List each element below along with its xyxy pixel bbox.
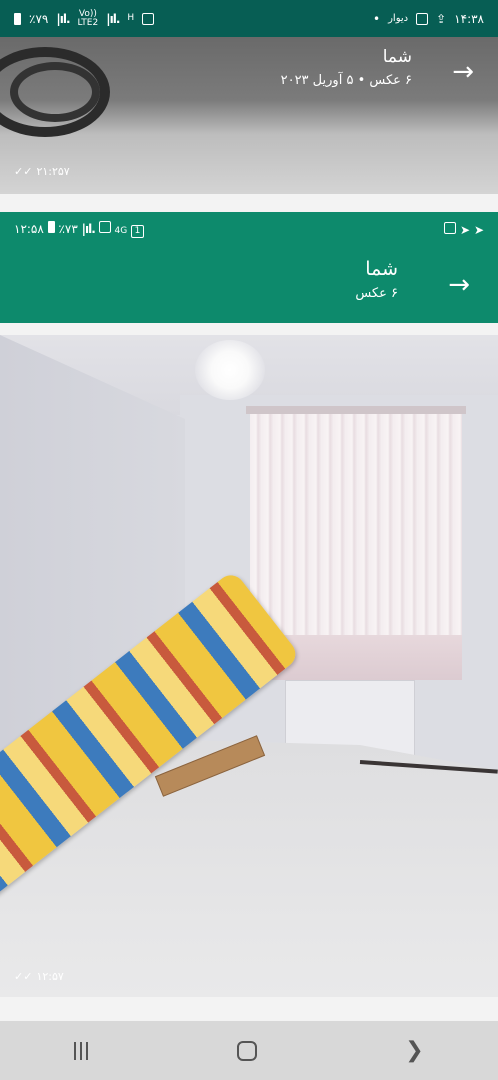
- chat-title-inner: شما: [365, 258, 398, 280]
- divider-2: [0, 323, 498, 335]
- chat-title-top: شما: [382, 47, 412, 67]
- status-bar-inner-left: ۱۲:۵۸ ٪۷۳ |ıl. 4G 1: [14, 220, 145, 238]
- battery-icon: [14, 12, 21, 25]
- battery-icon-inner: [47, 220, 55, 233]
- back-arrow-icon-inner[interactable]: →: [448, 272, 470, 298]
- signal-box-icon: [98, 220, 111, 233]
- network-label: Vo)) LTE2: [77, 8, 99, 28]
- status-bar-right: • دیوار ⇪ ۱۴:۳۸: [373, 12, 484, 26]
- telegram-icon: ➤: [460, 222, 471, 237]
- battery-level: ٪۷۹: [29, 11, 49, 26]
- telegram-icon-2: ➤: [473, 222, 484, 237]
- status-time: ۱۴:۳۸: [454, 11, 484, 26]
- photo-top[interactable]: شما ۶ عکس • ۵ آوریل ۲۰۲۳ → ✓✓ ۲۱:۲۵۷: [0, 37, 498, 194]
- navigation-bar: ❯: [0, 1021, 498, 1080]
- back-arrow-icon[interactable]: →: [452, 59, 474, 85]
- network-type: 4G: [114, 225, 128, 236]
- ceiling-light: [195, 340, 265, 400]
- double-check-icon: ✓✓: [14, 165, 33, 178]
- status-bar-inner: ۱۲:۵۸ ٪۷۳ |ıl. 4G 1 ➤ ➤: [0, 212, 498, 246]
- dot-icon: •: [373, 11, 381, 26]
- signal-icon-inner: |ıl.: [81, 221, 96, 236]
- signal-icon: |ıl.: [56, 11, 70, 26]
- chat-header-top: شما ۶ عکس • ۵ آوریل ۲۰۲۳: [281, 47, 412, 88]
- double-check-icon-inner: ✓✓: [14, 970, 33, 983]
- upload-icon: ⇪: [436, 11, 447, 26]
- gallery-icon: [416, 12, 429, 25]
- divider-3: [0, 997, 498, 1021]
- battery-level-inner: ٪۷۳: [58, 221, 78, 236]
- room-photo[interactable]: ✓✓ ۱۲:۵۷: [0, 335, 498, 997]
- nav-back-icon[interactable]: ❯: [405, 1038, 423, 1063]
- recents-icon[interactable]: [74, 1041, 89, 1060]
- screen: ٪۷۹ |ıl. Vo)) LTE2 |ıl. H • دیوار ⇪ ۱۴:۳۸…: [0, 0, 498, 1080]
- message-meta-inner: ✓✓ ۱۲:۵۷: [14, 970, 64, 983]
- chat-header-inner-text: شما ۶ عکس: [355, 258, 398, 301]
- status-bar: ٪۷۹ |ıl. Vo)) LTE2 |ıl. H • دیوار ⇪ ۱۴:۳۸: [0, 0, 498, 37]
- message-time-top: ۲۱:۲۵۷: [36, 165, 70, 178]
- flipboard-icon: [444, 221, 457, 234]
- signal-icon-2: |ıl.: [106, 11, 120, 26]
- status-time-inner: ۱۲:۵۸: [14, 221, 44, 236]
- app-label: دیوار: [388, 13, 409, 24]
- message-meta-top: ✓✓ ۲۱:۲۵۷: [14, 165, 70, 178]
- curtain-rod: [246, 406, 466, 414]
- sim-icon: 1: [131, 224, 145, 238]
- message-time-inner: ۱۲:۵۷: [36, 970, 64, 983]
- divider: [0, 194, 498, 212]
- network-h-label: H: [127, 13, 135, 23]
- home-icon[interactable]: [236, 1040, 257, 1061]
- chat-subtitle-top: ۶ عکس • ۵ آوریل ۲۰۲۳: [280, 73, 412, 88]
- status-bar-left: ٪۷۹ |ıl. Vo)) LTE2 |ıl. H: [14, 8, 155, 28]
- cable-shape-inner: [10, 62, 100, 122]
- notification-icon: [142, 12, 155, 25]
- status-bar-inner-right: ➤ ➤: [444, 221, 484, 237]
- chat-subtitle-inner: ۶ عکس: [355, 286, 398, 301]
- chat-header-inner: شما ۶ عکس →: [0, 246, 498, 323]
